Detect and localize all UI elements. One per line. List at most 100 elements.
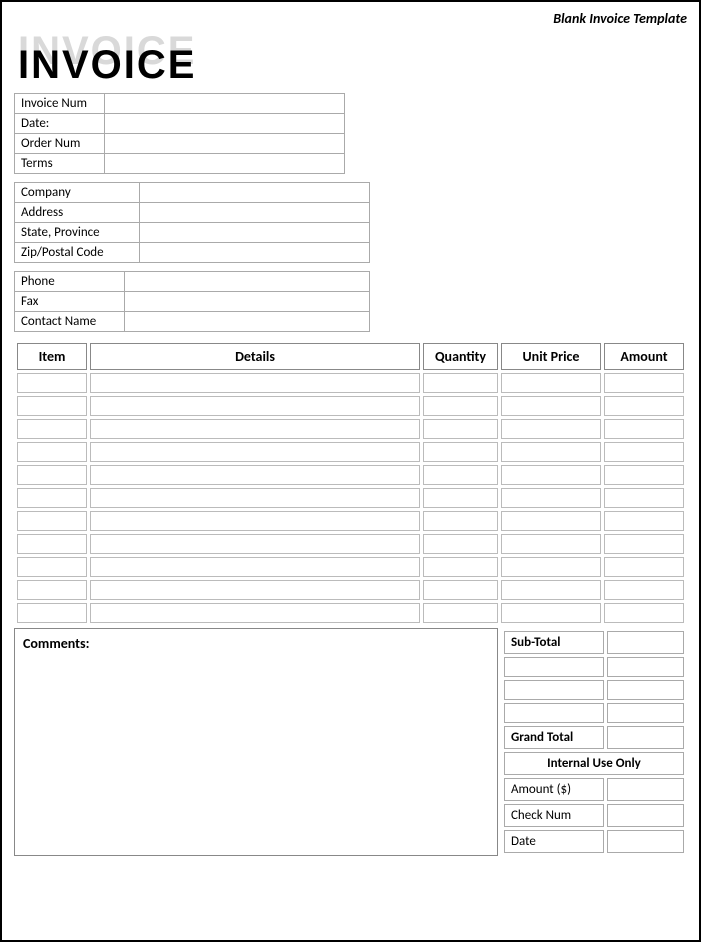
blank-total-row-value[interactable] [607, 657, 684, 677]
field-invoice-num[interactable] [105, 94, 345, 114]
table-cell[interactable] [17, 557, 87, 577]
blank-total-row-label[interactable] [504, 680, 604, 700]
field-amount-dollar[interactable] [607, 778, 684, 801]
table-cell[interactable] [90, 511, 420, 531]
field-state[interactable] [140, 223, 370, 243]
table-cell[interactable] [423, 419, 498, 439]
table-cell[interactable] [423, 373, 498, 393]
table-cell[interactable] [17, 603, 87, 623]
table-cell[interactable] [501, 465, 601, 485]
field-zip[interactable] [140, 243, 370, 263]
label-terms: Terms [15, 154, 105, 174]
label-invoice-num: Invoice Num [15, 94, 105, 114]
field-sub-total[interactable] [607, 631, 684, 654]
table-row [17, 442, 684, 462]
table-cell[interactable] [17, 442, 87, 462]
col-unit-price: Unit Price [501, 343, 601, 370]
table-cell[interactable] [604, 488, 684, 508]
table-cell[interactable] [17, 511, 87, 531]
label-internal-date: Date [504, 830, 604, 853]
col-quantity: Quantity [423, 343, 498, 370]
table-cell[interactable] [17, 534, 87, 554]
table-cell[interactable] [604, 465, 684, 485]
table-cell[interactable] [90, 488, 420, 508]
field-contact[interactable] [125, 312, 370, 332]
table-cell[interactable] [501, 557, 601, 577]
table-cell[interactable] [90, 557, 420, 577]
blank-total-row-value[interactable] [607, 680, 684, 700]
table-cell[interactable] [90, 603, 420, 623]
comments-box[interactable]: Comments: [14, 628, 498, 856]
table-cell[interactable] [423, 557, 498, 577]
field-fax[interactable] [125, 292, 370, 312]
invoice-logo: INVOICE INVOICE [14, 29, 687, 83]
blank-total-row-label[interactable] [504, 703, 604, 723]
table-cell[interactable] [604, 557, 684, 577]
blank-total-row-label[interactable] [504, 657, 604, 677]
table-cell[interactable] [90, 580, 420, 600]
table-cell[interactable] [17, 580, 87, 600]
table-cell[interactable] [90, 396, 420, 416]
table-cell[interactable] [17, 419, 87, 439]
table-cell[interactable] [17, 465, 87, 485]
field-company[interactable] [140, 183, 370, 203]
table-cell[interactable] [423, 580, 498, 600]
label-amount-dollar: Amount ($) [504, 778, 604, 801]
totals-block: Sub-Total Grand Total [501, 628, 687, 856]
table-row [17, 419, 684, 439]
table-cell[interactable] [90, 419, 420, 439]
table-cell[interactable] [604, 373, 684, 393]
field-terms[interactable] [105, 154, 345, 174]
table-header-row: Item Details Quantity Unit Price Amount [17, 343, 684, 370]
contact-info-block: Phone Fax Contact Name [14, 271, 370, 332]
table-cell[interactable] [604, 419, 684, 439]
table-cell[interactable] [17, 396, 87, 416]
field-order-num[interactable] [105, 134, 345, 154]
table-cell[interactable] [423, 465, 498, 485]
label-company: Company [15, 183, 140, 203]
table-cell[interactable] [604, 603, 684, 623]
table-row [17, 465, 684, 485]
label-zip: Zip/Postal Code [15, 243, 140, 263]
table-cell[interactable] [604, 442, 684, 462]
table-cell[interactable] [501, 488, 601, 508]
table-cell[interactable] [501, 396, 601, 416]
table-cell[interactable] [604, 534, 684, 554]
table-cell[interactable] [90, 465, 420, 485]
table-cell[interactable] [501, 419, 601, 439]
table-cell[interactable] [423, 603, 498, 623]
label-internal-use: Internal Use Only [504, 752, 684, 775]
table-cell[interactable] [501, 580, 601, 600]
table-cell[interactable] [501, 534, 601, 554]
label-contact: Contact Name [15, 312, 125, 332]
blank-total-row-value[interactable] [607, 703, 684, 723]
table-cell[interactable] [423, 511, 498, 531]
table-cell[interactable] [423, 534, 498, 554]
table-cell[interactable] [90, 442, 420, 462]
field-address[interactable] [140, 203, 370, 223]
field-internal-date[interactable] [607, 830, 684, 853]
template-title: Blank Invoice Template [14, 10, 687, 27]
table-row [17, 534, 684, 554]
field-check-num[interactable] [607, 804, 684, 827]
table-cell[interactable] [604, 396, 684, 416]
label-state: State, Province [15, 223, 140, 243]
table-cell[interactable] [90, 373, 420, 393]
table-cell[interactable] [501, 373, 601, 393]
table-cell[interactable] [423, 396, 498, 416]
table-cell[interactable] [501, 603, 601, 623]
label-address: Address [15, 203, 140, 223]
table-cell[interactable] [90, 534, 420, 554]
table-cell[interactable] [501, 511, 601, 531]
table-cell[interactable] [17, 373, 87, 393]
table-cell[interactable] [17, 488, 87, 508]
table-cell[interactable] [423, 488, 498, 508]
label-grand-total: Grand Total [504, 726, 604, 749]
table-cell[interactable] [423, 442, 498, 462]
table-cell[interactable] [501, 442, 601, 462]
table-cell[interactable] [604, 511, 684, 531]
field-grand-total[interactable] [607, 726, 684, 749]
table-cell[interactable] [604, 580, 684, 600]
field-phone[interactable] [125, 272, 370, 292]
field-date[interactable] [105, 114, 345, 134]
